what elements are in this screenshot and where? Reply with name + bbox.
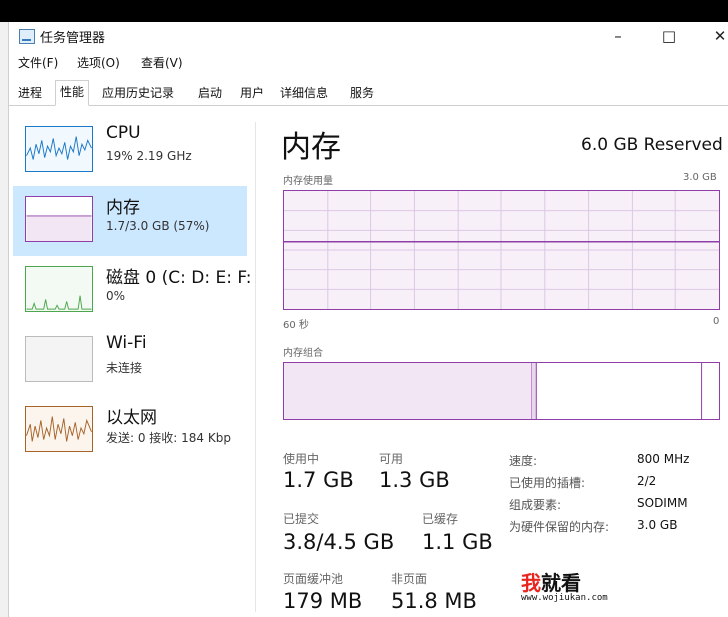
slots-used-value: 2/2: [637, 474, 657, 488]
tab-app-history[interactable]: 应用历史记录: [97, 81, 179, 105]
sidebar-item-disk[interactable]: 磁盘 0 (C: D: E: F: 0%: [13, 256, 252, 326]
close-button[interactable]: ✕: [697, 24, 728, 48]
panel-divider: [255, 122, 256, 612]
composition-modified: [531, 363, 537, 419]
graph-time-left: 60 秒: [283, 320, 309, 331]
sidebar-ethernet-sub: 发送: 0 接收: 184 Kbp: [106, 431, 231, 445]
tab-strip: 进程 性能 应用历史记录 启动 用户 详细信息 服务: [9, 79, 728, 106]
committed-label: 已提交: [283, 512, 320, 526]
watermark-logo: 我就看: [521, 571, 581, 595]
available-value: 1.3 GB: [379, 468, 450, 492]
tab-users[interactable]: 用户: [235, 81, 269, 105]
paged-pool-label: 页面缓冲池: [283, 572, 344, 586]
form-factor-value: SODIMM: [637, 496, 688, 510]
hardware-reserved-value: 3.0 GB: [637, 518, 678, 532]
cached-value: 1.1 GB: [422, 530, 493, 554]
nonpaged-pool-label: 非页面: [391, 572, 428, 586]
form-factor-label: 组成要素:: [509, 498, 562, 512]
sidebar-cpu-name: CPU: [106, 123, 141, 143]
menu-options[interactable]: 选项(O): [77, 54, 120, 71]
background-window-edge: [0, 22, 9, 617]
committed-value: 3.8/4.5 GB: [283, 530, 395, 554]
speed-label: 速度:: [509, 454, 538, 468]
memory-composition-bar: [283, 362, 720, 420]
sidebar-wifi-sub: 未连接: [106, 361, 143, 375]
sidebar-cpu-sub: 19% 2.19 GHz: [106, 149, 192, 163]
reserved-memory: 6.0 GB Reserved: [581, 135, 723, 155]
title-bar: 任务管理器 – □ ✕: [9, 22, 728, 50]
sidebar-disk-name: 磁盘 0 (C: D: E: F:: [106, 268, 252, 288]
cached-label: 已缓存: [422, 512, 459, 526]
memory-graph-icon: [25, 196, 93, 242]
watermark: 我就看 www.wojiukan.com: [521, 567, 651, 607]
memory-usage-graph: [283, 190, 720, 310]
tab-performance[interactable]: 性能: [55, 80, 90, 106]
minimize-button[interactable]: –: [595, 24, 641, 48]
watermark-url: www.wojiukan.com: [521, 593, 608, 603]
sidebar-wifi-name: Wi-Fi: [106, 333, 147, 353]
slots-used-label: 已使用的插槽:: [509, 476, 586, 490]
sidebar-memory-name: 内存: [106, 198, 140, 218]
ethernet-graph-icon: [25, 406, 93, 452]
tab-startup[interactable]: 启动: [193, 81, 227, 105]
tab-services[interactable]: 服务: [345, 81, 379, 105]
menu-view[interactable]: 查看(V): [141, 54, 183, 71]
sidebar-item-memory[interactable]: 内存 1.7/3.0 GB (57%): [13, 186, 247, 256]
top-black-bar: [0, 0, 728, 22]
graph-time-right: 0: [713, 316, 720, 327]
task-manager-icon: [19, 29, 35, 44]
sidebar-disk-sub: 0%: [106, 289, 126, 303]
composition-in-use: [284, 363, 532, 419]
menu-file[interactable]: 文件(F): [18, 54, 58, 71]
available-label: 可用: [379, 452, 404, 466]
usage-graph-max: 3.0 GB: [683, 172, 717, 183]
usage-graph-label: 内存使用量: [283, 176, 333, 187]
nonpaged-pool-value: 51.8 MB: [391, 589, 477, 613]
composition-label: 内存组合: [283, 348, 323, 359]
disk-graph-icon: [25, 266, 93, 312]
page-title: 内存: [281, 130, 341, 165]
wifi-graph-icon: [25, 336, 93, 382]
sidebar-item-cpu[interactable]: CPU 19% 2.19 GHz: [13, 116, 247, 186]
cpu-graph-icon: [25, 126, 93, 172]
paged-pool-value: 179 MB: [283, 589, 363, 613]
sidebar-ethernet-name: 以太网: [106, 408, 157, 428]
resource-sidebar: CPU 19% 2.19 GHz 内存 1.7/3.0 GB (57%) 磁盘 …: [9, 112, 252, 617]
sidebar-memory-sub: 1.7/3.0 GB (57%): [106, 219, 210, 233]
sidebar-item-wifi[interactable]: Wi-Fi 未连接: [13, 326, 247, 396]
window-title: 任务管理器: [40, 31, 106, 46]
in-use-value: 1.7 GB: [283, 468, 354, 492]
tab-details[interactable]: 详细信息: [275, 81, 333, 105]
task-manager-window: 任务管理器 – □ ✕ 文件(F) 选项(O) 查看(V) 进程 性能 应用历史…: [9, 22, 728, 617]
hardware-reserved-label: 为硬件保留的内存:: [509, 520, 610, 534]
maximize-button[interactable]: □: [646, 24, 692, 48]
tab-processes[interactable]: 进程: [13, 81, 47, 105]
speed-value: 800 MHz: [637, 452, 690, 466]
in-use-label: 使用中: [283, 452, 320, 466]
sidebar-item-ethernet[interactable]: 以太网 发送: 0 接收: 184 Kbp: [13, 396, 247, 466]
